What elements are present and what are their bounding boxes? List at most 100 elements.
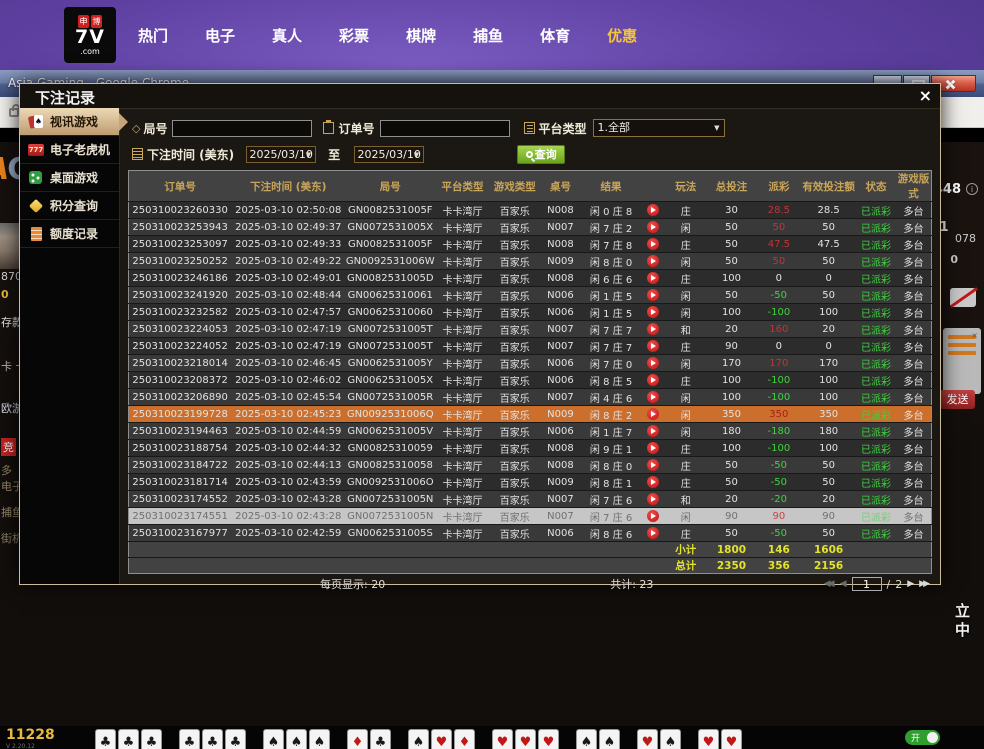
- cell-platform: 卡卡湾厅: [435, 423, 490, 440]
- replay-play-icon[interactable]: [647, 221, 659, 233]
- cell-bet-time: 2025-03-10 02:49:22: [231, 253, 345, 270]
- page-number-input[interactable]: 1: [852, 577, 882, 591]
- page-separator: /: [887, 578, 891, 591]
- table-row[interactable]: 250310023253097 2025-03-10 02:49:33 GN00…: [129, 236, 932, 253]
- table-row[interactable]: 250310023174551 2025-03-10 02:43:28 GN00…: [129, 508, 932, 525]
- replay-play-icon[interactable]: [647, 442, 659, 454]
- table-row[interactable]: 250310023188754 2025-03-10 02:44:32 GN00…: [129, 440, 932, 457]
- nav-item-hot[interactable]: 热门: [138, 25, 168, 46]
- platform-select[interactable]: 1.全部▼: [593, 119, 725, 137]
- table-row[interactable]: 250310023206890 2025-03-10 02:45:54 GN00…: [129, 389, 932, 406]
- card-group: ♥♠: [637, 729, 681, 749]
- table-row[interactable]: 250310023253943 2025-03-10 02:49:37 GN00…: [129, 219, 932, 236]
- table-row[interactable]: 250310023246186 2025-03-10 02:49:01 GN00…: [129, 270, 932, 287]
- replay-play-icon[interactable]: [647, 425, 659, 437]
- table-row[interactable]: 250310023184722 2025-03-10 02:44:13 GN00…: [129, 457, 932, 474]
- close-icon[interactable]: ×: [919, 86, 932, 105]
- cell-game-mode: 多台: [896, 338, 931, 355]
- modal-titlebar: 下注记录 ×: [20, 84, 940, 108]
- round-input[interactable]: [172, 120, 312, 137]
- sidebar-item-视讯游戏[interactable]: 视讯游戏: [20, 108, 119, 136]
- sidebar-item-额度记录[interactable]: 额度记录: [20, 220, 119, 248]
- cell-total-bet: 100: [707, 270, 757, 287]
- replay-play-icon[interactable]: [647, 459, 659, 471]
- table-row[interactable]: 250310023250252 2025-03-10 02:49:22 GN00…: [129, 253, 932, 270]
- table-row[interactable]: 250310023167977 2025-03-10 02:42:59 GN00…: [129, 525, 932, 542]
- nav-item-fishing[interactable]: 捕鱼: [473, 25, 503, 46]
- table-row[interactable]: 250310023199728 2025-03-10 02:45:23 GN00…: [129, 406, 932, 423]
- replay-play-icon[interactable]: [647, 374, 659, 386]
- table-row[interactable]: 250310023260330 2025-03-10 02:50:08 GN00…: [129, 202, 932, 219]
- card-group: ♣♣♣: [95, 729, 162, 749]
- prev-page-icon[interactable]: ◀: [840, 579, 847, 589]
- cell-platform: 卡卡湾厅: [435, 457, 490, 474]
- replay-play-icon[interactable]: [647, 357, 659, 369]
- order-input[interactable]: [380, 120, 510, 137]
- first-page-icon[interactable]: ◀◀: [824, 579, 835, 589]
- nav-item-sports[interactable]: 体育: [540, 25, 570, 46]
- replay-play-icon[interactable]: [647, 238, 659, 250]
- table-row[interactable]: 250310023224052 2025-03-10 02:47:19 GN00…: [129, 338, 932, 355]
- replay-play-icon[interactable]: [647, 323, 659, 335]
- replay-play-icon[interactable]: [647, 527, 659, 539]
- nav-item-lottery[interactable]: 彩票: [339, 25, 369, 46]
- cell-game-mode: 多台: [896, 406, 931, 423]
- table-row[interactable]: 250310023181714 2025-03-10 02:43:59 GN00…: [129, 474, 932, 491]
- replay-play-icon[interactable]: [647, 306, 659, 318]
- cell-order-no: 250310023174551: [129, 508, 232, 525]
- search-button[interactable]: 查询: [517, 145, 565, 164]
- table-row[interactable]: 250310023241920 2025-03-10 02:48:44 GN00…: [129, 287, 932, 304]
- table-row[interactable]: 250310023174552 2025-03-10 02:43:28 GN00…: [129, 491, 932, 508]
- chat-muted-icon[interactable]: [950, 288, 976, 307]
- replay-play-icon[interactable]: [647, 289, 659, 301]
- replay-play-icon[interactable]: [647, 408, 659, 420]
- sound-toggle[interactable]: 开: [905, 730, 940, 745]
- cell-round-no: GN00625310060: [345, 304, 435, 321]
- cell-platform: 卡卡湾厅: [435, 202, 490, 219]
- cell-game-type: 百家乐: [490, 525, 540, 542]
- table-row[interactable]: 250310023194463 2025-03-10 02:44:59 GN00…: [129, 423, 932, 440]
- replay-play-icon[interactable]: [647, 391, 659, 403]
- nav-item-live[interactable]: 真人: [272, 25, 302, 46]
- cell-play-method: 庄: [665, 372, 707, 389]
- nav-item-promo[interactable]: 优惠: [607, 25, 637, 46]
- replay-play-icon[interactable]: [647, 476, 659, 488]
- cell-round-no: GN0082531005F: [345, 202, 435, 219]
- nav-item-board[interactable]: 棋牌: [406, 25, 436, 46]
- table-row[interactable]: 250310023208372 2025-03-10 02:46:02 GN00…: [129, 372, 932, 389]
- cell-replay: [641, 525, 665, 542]
- cell-bet-time: 2025-03-10 02:49:33: [231, 236, 345, 253]
- cell-result: 闲 7 庄 2: [581, 219, 640, 236]
- column-header: [641, 171, 665, 202]
- replay-play-icon[interactable]: [647, 204, 659, 216]
- cell-total-bet: 20: [707, 491, 757, 508]
- total-pages: 2: [895, 578, 902, 591]
- replay-play-icon[interactable]: [647, 272, 659, 284]
- date-from-picker[interactable]: 2025/03/10▼: [246, 146, 316, 163]
- logo-suffix: .com: [80, 47, 100, 56]
- cell-game-type: 百家乐: [490, 253, 540, 270]
- cell-game-type: 百家乐: [490, 355, 540, 372]
- replay-play-icon[interactable]: [647, 493, 659, 505]
- replay-play-icon[interactable]: [647, 510, 659, 522]
- last-page-icon[interactable]: ▶▶: [919, 579, 930, 589]
- replay-play-icon[interactable]: [647, 255, 659, 267]
- cell-table-no: N008: [540, 440, 582, 457]
- list-icon: [524, 122, 535, 134]
- table-row[interactable]: 250310023218014 2025-03-10 02:46:45 GN00…: [129, 355, 932, 372]
- sidebar-item-电子老虎机[interactable]: 电子老虎机: [20, 136, 119, 164]
- replay-play-icon[interactable]: [647, 340, 659, 352]
- next-page-icon[interactable]: ▶: [907, 579, 914, 589]
- sidebar-item-积分查询[interactable]: 积分查询: [20, 192, 119, 220]
- cell-platform: 卡卡湾厅: [435, 406, 490, 423]
- site-logo[interactable]: 申 博 7V .com: [64, 7, 116, 63]
- cell-replay: [641, 508, 665, 525]
- clipboard-icon: [323, 122, 334, 134]
- table-row[interactable]: 250310023224053 2025-03-10 02:47:19 GN00…: [129, 321, 932, 338]
- sidebar-item-桌面游戏[interactable]: 桌面游戏: [20, 164, 119, 192]
- send-button[interactable]: 发送: [940, 390, 975, 409]
- date-to-picker[interactable]: 2025/03/10▼: [354, 146, 424, 163]
- table-row[interactable]: 250310023232582 2025-03-10 02:47:57 GN00…: [129, 304, 932, 321]
- nav-item-slots[interactable]: 电子: [205, 25, 235, 46]
- cell-result: 闲 8 庄 2: [581, 406, 640, 423]
